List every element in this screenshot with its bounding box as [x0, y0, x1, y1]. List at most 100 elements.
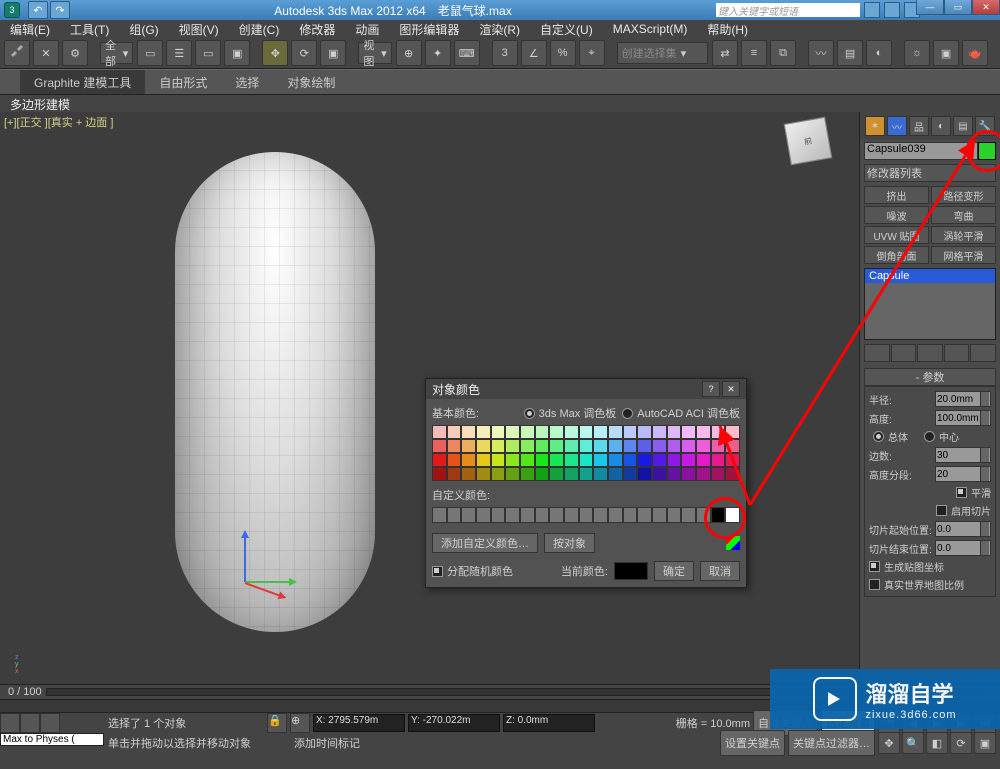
custom-color-white[interactable]	[725, 507, 740, 523]
palette-cell[interactable]	[711, 467, 726, 481]
palette-cell[interactable]	[505, 439, 520, 453]
palette-cell[interactable]	[593, 439, 608, 453]
color-palette[interactable]	[432, 425, 740, 481]
stack-unique-icon[interactable]	[917, 344, 943, 362]
add-time-tag[interactable]: 添加时间标记	[294, 735, 360, 751]
viewport-label[interactable]: [+][正交 ][真实 + 边面 ]	[4, 114, 113, 130]
custom-color-slots[interactable]	[432, 507, 740, 523]
ribbon-tab-objectpaint[interactable]: 对象绘制	[273, 70, 349, 94]
modifier-list-dropdown[interactable]: 修改器列表	[864, 164, 996, 182]
curve-editor-icon[interactable]: 〰	[808, 40, 834, 66]
palette-cell[interactable]	[696, 467, 711, 481]
real-world-checkbox[interactable]: 真实世界地图比例	[869, 577, 991, 592]
percent-snap-icon[interactable]: %	[550, 40, 576, 66]
coord-y-input[interactable]: Y: -270.022m	[408, 714, 500, 732]
palette-cell[interactable]	[696, 425, 711, 439]
by-object-button[interactable]: 按对象	[544, 533, 595, 553]
maxscript-listener[interactable]: Max to Physes (	[0, 733, 104, 746]
palette-cell[interactable]	[579, 453, 594, 467]
align-icon[interactable]: ≡	[741, 40, 767, 66]
palette-cell[interactable]	[564, 453, 579, 467]
palette-cell[interactable]	[476, 467, 491, 481]
create-panel-icon[interactable]: ✶	[865, 116, 885, 136]
palette-cell[interactable]	[681, 453, 696, 467]
slice-on-checkbox[interactable]: 启用切片	[869, 503, 991, 518]
link-icon[interactable]	[4, 40, 30, 66]
palette-cell[interactable]	[447, 453, 462, 467]
palette-cell[interactable]	[549, 439, 564, 453]
palette-cell[interactable]	[623, 467, 638, 481]
keyfilters-button[interactable]: 关键点过滤器…	[788, 730, 875, 756]
palette-cell[interactable]	[623, 425, 638, 439]
palette-cell[interactable]	[535, 453, 550, 467]
mod-noise[interactable]: 噪波	[864, 206, 929, 224]
smooth-checkbox[interactable]: 平滑	[869, 485, 991, 500]
assign-random-checkbox[interactable]: 分配随机颜色	[432, 563, 513, 579]
utilities-panel-icon[interactable]: 🔧	[975, 116, 995, 136]
rotate-icon[interactable]: ⟳	[291, 40, 317, 66]
transform-typein-icon[interactable]: ⊕	[290, 713, 310, 733]
ribbon-tab-freeform[interactable]: 自由形式	[145, 70, 221, 94]
scale-icon[interactable]: ▣	[320, 40, 346, 66]
ribbon-tab-selection[interactable]: 选择	[221, 70, 273, 94]
palette-cell[interactable]	[608, 439, 623, 453]
palette-cell[interactable]	[652, 467, 667, 481]
trackbar-toggle-icon[interactable]	[0, 713, 20, 733]
palette-cell[interactable]	[549, 425, 564, 439]
palette-cell[interactable]	[637, 439, 652, 453]
viewport-orbit-icon[interactable]: ⟳	[950, 732, 972, 754]
qat-undo[interactable]: ↶	[28, 1, 48, 19]
viewport-max-icon[interactable]: ▣	[974, 732, 996, 754]
select-region-icon[interactable]: ▭	[195, 40, 221, 66]
palette-cell[interactable]	[461, 439, 476, 453]
maximize-button[interactable]: ▭	[944, 0, 972, 15]
angle-snap-icon[interactable]: ∠	[521, 40, 547, 66]
ref-coord-system[interactable]: 视图▾	[358, 42, 391, 64]
height-spinner[interactable]: 100.0mm	[935, 410, 991, 426]
infocenter-icon[interactable]	[864, 2, 880, 18]
palette-cell[interactable]	[711, 453, 726, 467]
centers-radio[interactable]: 中心	[924, 429, 959, 444]
help-search-input[interactable]: 键入关键字或短语	[716, 3, 860, 17]
palette-cell[interactable]	[505, 453, 520, 467]
palette-cell[interactable]	[608, 425, 623, 439]
palette-cell[interactable]	[564, 467, 579, 481]
palette-cell[interactable]	[549, 453, 564, 467]
palette-cell[interactable]	[652, 425, 667, 439]
menu-views[interactable]: 视图(V)	[169, 21, 229, 38]
app-icon[interactable]: 3	[4, 2, 20, 18]
palette-cell[interactable]	[681, 425, 696, 439]
rendered-frame-icon[interactable]: ▣	[933, 40, 959, 66]
palette-cell[interactable]	[461, 453, 476, 467]
palette-cell[interactable]	[652, 453, 667, 467]
schematic-icon[interactable]: ▤	[837, 40, 863, 66]
palette-cell[interactable]	[491, 467, 506, 481]
palette-cell[interactable]	[520, 439, 535, 453]
trackbar-icon-3[interactable]	[40, 713, 60, 733]
palette-cell[interactable]	[711, 425, 726, 439]
params-rollout-header[interactable]: - 参数	[864, 368, 996, 386]
star-icon[interactable]	[884, 2, 900, 18]
stack-pin-icon[interactable]	[864, 344, 890, 362]
palette-cell[interactable]	[476, 453, 491, 467]
coord-z-input[interactable]: Z: 0.0mm	[503, 714, 595, 732]
palette-cell[interactable]	[491, 425, 506, 439]
overall-radio[interactable]: 总体	[873, 429, 908, 444]
palette-cell[interactable]	[505, 425, 520, 439]
palette-cell[interactable]	[608, 467, 623, 481]
palette-cell[interactable]	[447, 467, 462, 481]
palette-cell[interactable]	[725, 439, 740, 453]
named-selection-set[interactable]: 创建选择集▾	[617, 42, 708, 64]
coord-x-input[interactable]: X: 2795.579m	[313, 714, 405, 732]
palette-cell[interactable]	[696, 439, 711, 453]
palette-cell[interactable]	[667, 439, 682, 453]
mod-meshsmooth[interactable]: 网格平滑	[931, 246, 996, 264]
palette-cell[interactable]	[593, 453, 608, 467]
palette-cell[interactable]	[637, 425, 652, 439]
qat-redo[interactable]: ↷	[50, 1, 70, 19]
palette-cell[interactable]	[432, 425, 447, 439]
palette-cell[interactable]	[564, 425, 579, 439]
spinner-snap-icon[interactable]: ⌖	[579, 40, 605, 66]
sides-spinner[interactable]: 30	[935, 447, 991, 463]
pivot-icon[interactable]: ⊕	[396, 40, 422, 66]
